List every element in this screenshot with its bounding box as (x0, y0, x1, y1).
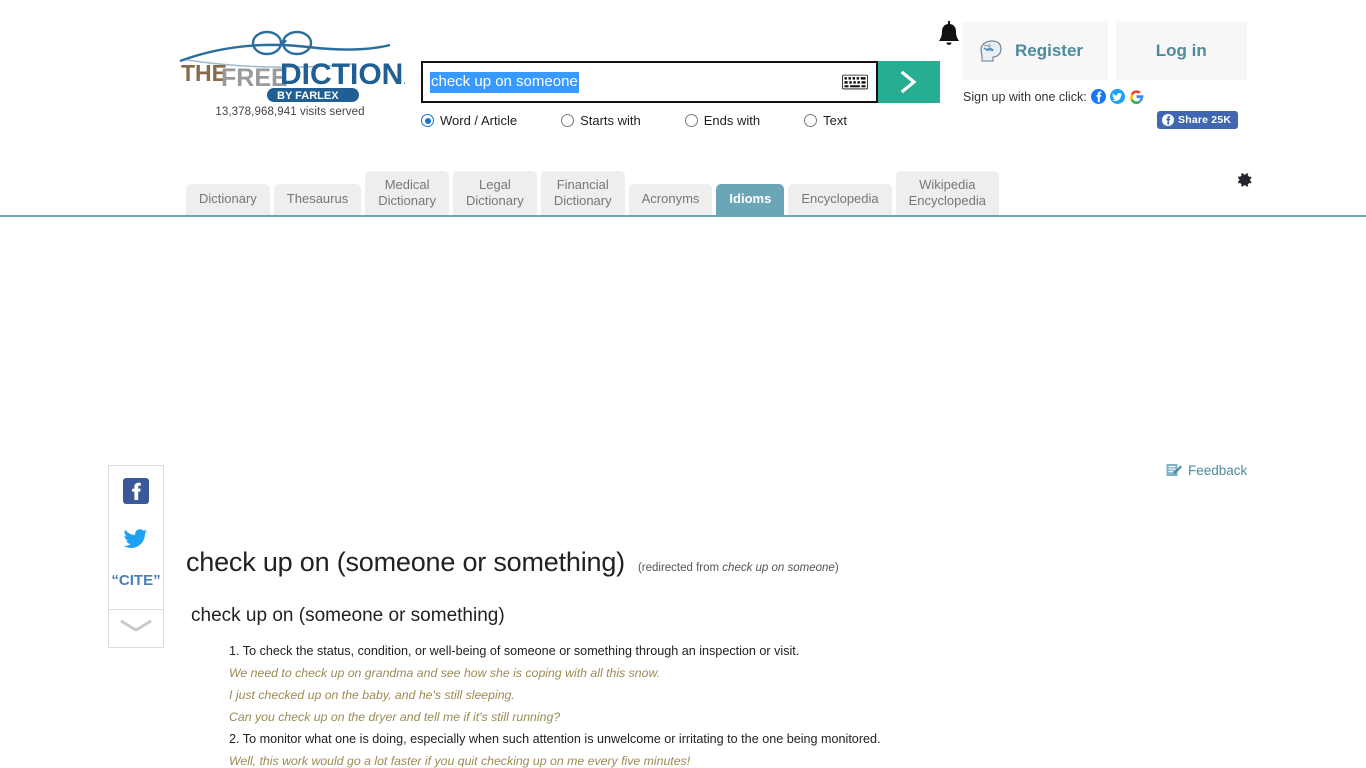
radio-word-article-label: Word / Article (440, 113, 518, 128)
chevron-right-icon (900, 70, 917, 94)
account-box: Register Log in (962, 22, 1247, 80)
article-content: check up on (someone or something) (redi… (186, 547, 916, 768)
site-logo[interactable]: THE FREE DICTIONARY BY FARLEX 13,378,968… (175, 30, 405, 118)
example-1-1: We need to check up on grandma and see h… (229, 665, 661, 680)
redirect-note: (redirected from check up on someone) (638, 562, 839, 574)
tab-thesaurus[interactable]: Thesaurus (273, 184, 362, 215)
redirect-term: check up on someone (722, 562, 835, 574)
keyboard-icon[interactable] (842, 74, 868, 90)
tab-encyclopedia[interactable]: Encyclopedia (788, 184, 892, 215)
share-count-label: Share 25K (1178, 114, 1232, 126)
example-1-3: Can you check up on the dryer and tell m… (229, 709, 561, 724)
signup-one-click: Sign up with one click: (963, 89, 1144, 104)
example-2-1: Well, this work would go a lot faster if… (229, 753, 691, 768)
login-label: Log in (1155, 41, 1207, 60)
search-mode-text[interactable]: Text (804, 113, 847, 128)
tab-legal-dictionary[interactable]: Legal Dictionary (453, 171, 537, 215)
definition-1: 1. To check the status, condition, or we… (229, 643, 800, 658)
twitter-icon[interactable] (123, 525, 149, 551)
site-header: THE FREE DICTIONARY BY FARLEX 13,378,968… (0, 0, 1366, 158)
facebook-icon (1162, 114, 1174, 126)
category-navbar: Dictionary Thesaurus Medical Dictionary … (0, 158, 1366, 217)
rail-expand-button[interactable] (109, 609, 163, 647)
tab-dictionary[interactable]: Dictionary (186, 184, 270, 215)
search-mode-word-article[interactable]: Word / Article (421, 113, 517, 128)
tab-medical-dictionary-line1: Medical (384, 177, 430, 192)
category-tabs: Dictionary Thesaurus Medical Dictionary … (186, 171, 1003, 215)
search-mode-starts-with[interactable]: Starts with (561, 113, 641, 128)
gear-icon[interactable] (1234, 170, 1254, 190)
tab-wikipedia-encyclopedia-line1: Wikipedia (919, 177, 976, 192)
tab-medical-dictionary[interactable]: Medical Dictionary (365, 171, 450, 215)
tab-wikipedia-encyclopedia[interactable]: Wikipedia Encyclopedia (895, 171, 999, 215)
thefreedictionary-logo-icon: THE FREE DICTIONARY BY FARLEX (179, 30, 405, 102)
tab-financial-dictionary[interactable]: Financial Dictionary (540, 171, 625, 215)
tab-legal-dictionary-line1: Legal (479, 177, 511, 192)
search-submit-button[interactable] (878, 61, 940, 103)
radio-text[interactable] (804, 114, 818, 127)
search-input[interactable]: check up on someone (421, 61, 878, 103)
feedback-link[interactable]: Feedback (1166, 462, 1247, 478)
twitter-icon[interactable] (1109, 89, 1125, 104)
page-title: check up on (someone or something) (186, 547, 625, 577)
page-body: Feedback “CITE” check up on (someone or … (0, 217, 1366, 768)
tab-idioms[interactable]: Idioms (716, 184, 785, 215)
tab-dictionary-label: Dictionary (199, 191, 257, 206)
chevron-down-icon (120, 619, 152, 632)
radio-ends-with[interactable] (684, 114, 698, 127)
tab-encyclopedia-label: Encyclopedia (801, 191, 879, 206)
facebook-icon[interactable] (123, 478, 149, 504)
account-divider (1107, 22, 1116, 80)
definition-2: 2. To monitor what one is doing, especia… (229, 731, 881, 746)
tab-thesaurus-label: Thesaurus (286, 191, 349, 206)
google-icon[interactable] (1129, 89, 1144, 104)
search-mode-ends-with[interactable]: Ends with (684, 113, 761, 128)
tab-acronyms-label: Acronyms (641, 191, 700, 206)
search-input-value: check up on someone (430, 71, 579, 93)
facebook-share-button[interactable]: Share 25K (1157, 111, 1239, 129)
radio-starts-with-label: Starts with (580, 113, 641, 128)
radio-ends-with-label: Ends with (703, 113, 761, 128)
feedback-label: Feedback (1188, 462, 1248, 478)
search-mode-options: Word / Article Starts with Ends with Tex… (421, 113, 940, 128)
radio-starts-with[interactable] (561, 114, 575, 127)
entry-subheading: check up on (someone or something) (191, 605, 505, 626)
register-button[interactable]: Register (962, 22, 1108, 80)
tab-legal-dictionary-line2: Dictionary (466, 193, 524, 208)
entry-header: check up on (someone or something) (redi… (186, 547, 916, 578)
tab-wikipedia-encyclopedia-line2: Encyclopedia (908, 193, 986, 208)
login-button[interactable]: Log in (1116, 22, 1248, 80)
visits-counter: 13,378,968,941 visits served (215, 106, 365, 118)
redirect-suffix: ) (834, 562, 839, 574)
tab-idioms-label: Idioms (729, 191, 772, 206)
svg-text:FREE: FREE (221, 64, 288, 92)
radio-text-label: Text (823, 113, 847, 128)
example-1-2: I just checked up on the baby, and he's … (229, 687, 515, 702)
bell-icon[interactable] (936, 20, 962, 50)
facebook-icon[interactable] (1090, 89, 1106, 104)
tab-medical-dictionary-line2: Dictionary (378, 193, 437, 208)
radio-word-article[interactable] (421, 114, 434, 127)
svg-text:DICTIONARY: DICTIONARY (280, 58, 405, 91)
social-rail: “CITE” (108, 465, 164, 648)
register-label: Register (1015, 41, 1084, 60)
definitions-list: 1. To check the status, condition, or we… (229, 643, 916, 768)
tab-acronyms[interactable]: Acronyms (628, 184, 713, 215)
tab-financial-dictionary-line2: Dictionary (553, 193, 612, 208)
brain-head-icon (980, 40, 1002, 62)
search-area: check up on someone Word / Article Start… (421, 61, 940, 128)
signup-prompt-label: Sign up with one click: (963, 89, 1087, 104)
feedback-pencil-icon (1166, 464, 1182, 476)
cite-button[interactable]: “CITE” (109, 572, 163, 601)
tab-financial-dictionary-line1: Financial (556, 177, 609, 192)
redirect-prefix: (redirected from (637, 562, 723, 574)
svg-text:BY FARLEX: BY FARLEX (277, 90, 339, 102)
